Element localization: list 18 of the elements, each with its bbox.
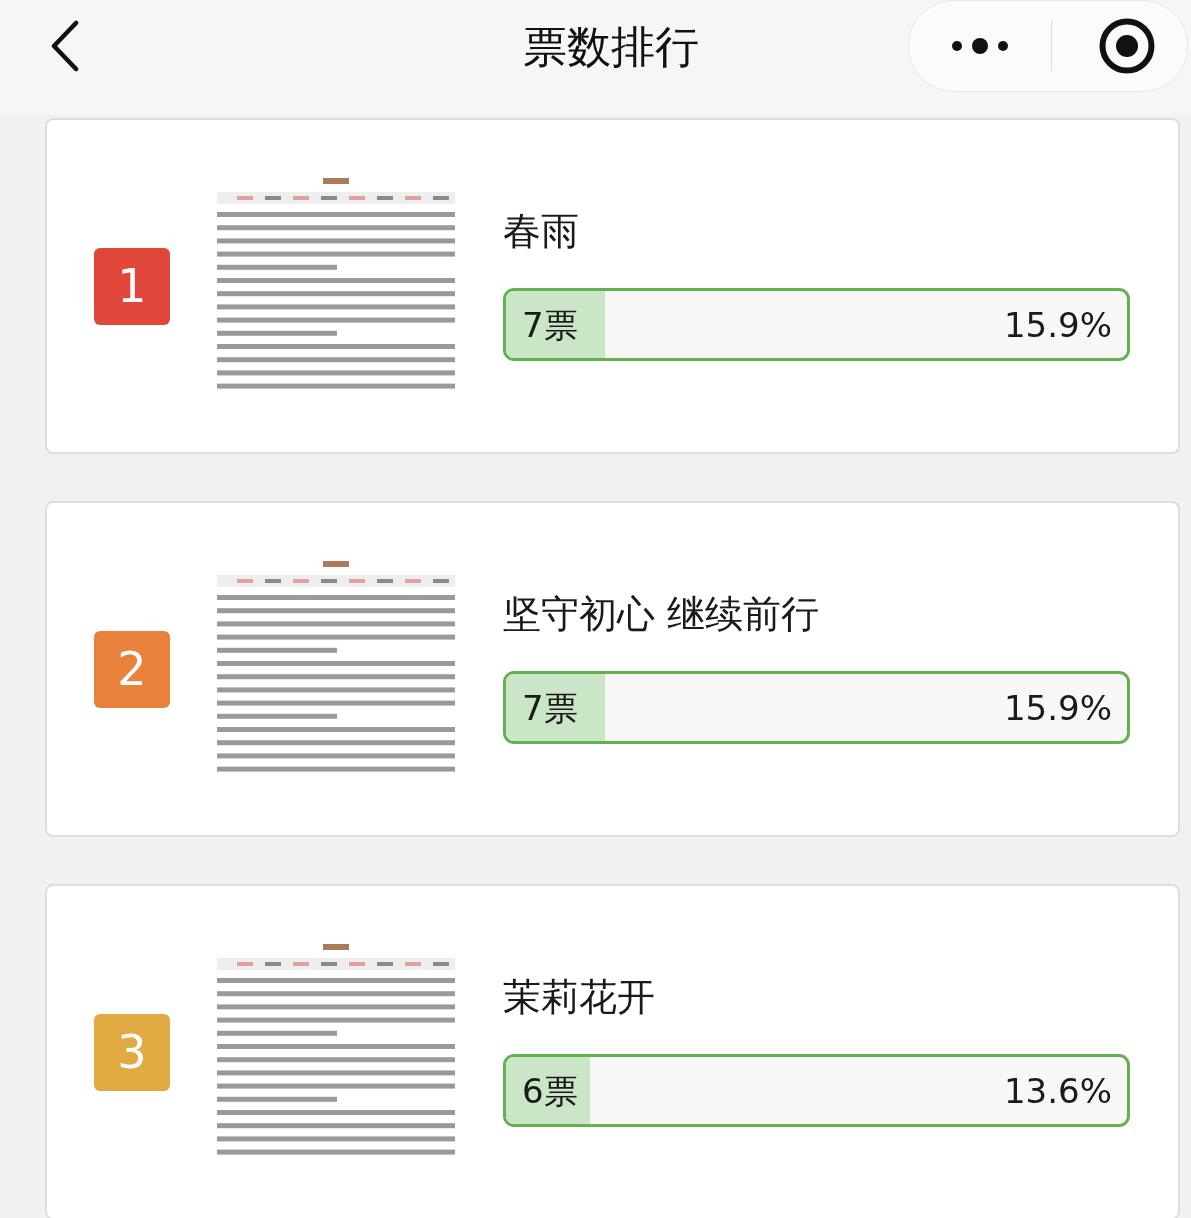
rank-badge: 3	[94, 1013, 170, 1091]
rank-badge: 1	[94, 247, 170, 325]
vote-percentage: 15.9%	[1004, 690, 1112, 725]
entry-title: 茉莉花开	[503, 976, 656, 1019]
entry-title: 春雨	[503, 210, 580, 253]
target-icon[interactable]	[1099, 18, 1155, 74]
page-title: 票数排行	[522, 25, 699, 69]
vote-count: 6票	[522, 1073, 578, 1108]
vote-percentage: 13.6%	[1004, 1073, 1112, 1108]
ranking-card[interactable]: 3 茉莉花开 6票 13.6%	[45, 884, 1180, 1218]
ranking-card[interactable]: 2 坚守初心 继续前行 7票 15.9%	[45, 501, 1180, 837]
ranking-card[interactable]: 1 春雨 7票 15.9%	[45, 118, 1180, 454]
vote-count: 7票	[522, 307, 578, 342]
vote-count: 7票	[522, 690, 578, 725]
entry-title: 坚守初心 继续前行	[503, 593, 821, 636]
vote-percentage: 15.9%	[1004, 307, 1112, 342]
rank-badge: 2	[94, 630, 170, 708]
more-icon[interactable]	[951, 38, 1009, 54]
